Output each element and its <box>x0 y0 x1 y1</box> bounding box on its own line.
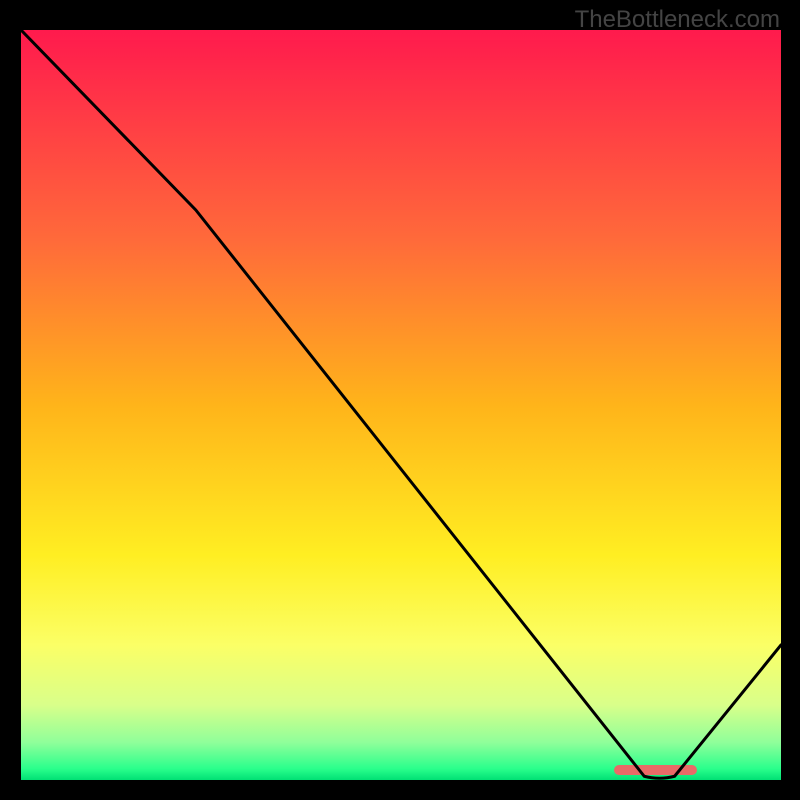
watermark-text: TheBottleneck.com <box>575 6 780 34</box>
chart-plot-area <box>21 30 781 780</box>
bottleneck-curve <box>21 30 781 780</box>
